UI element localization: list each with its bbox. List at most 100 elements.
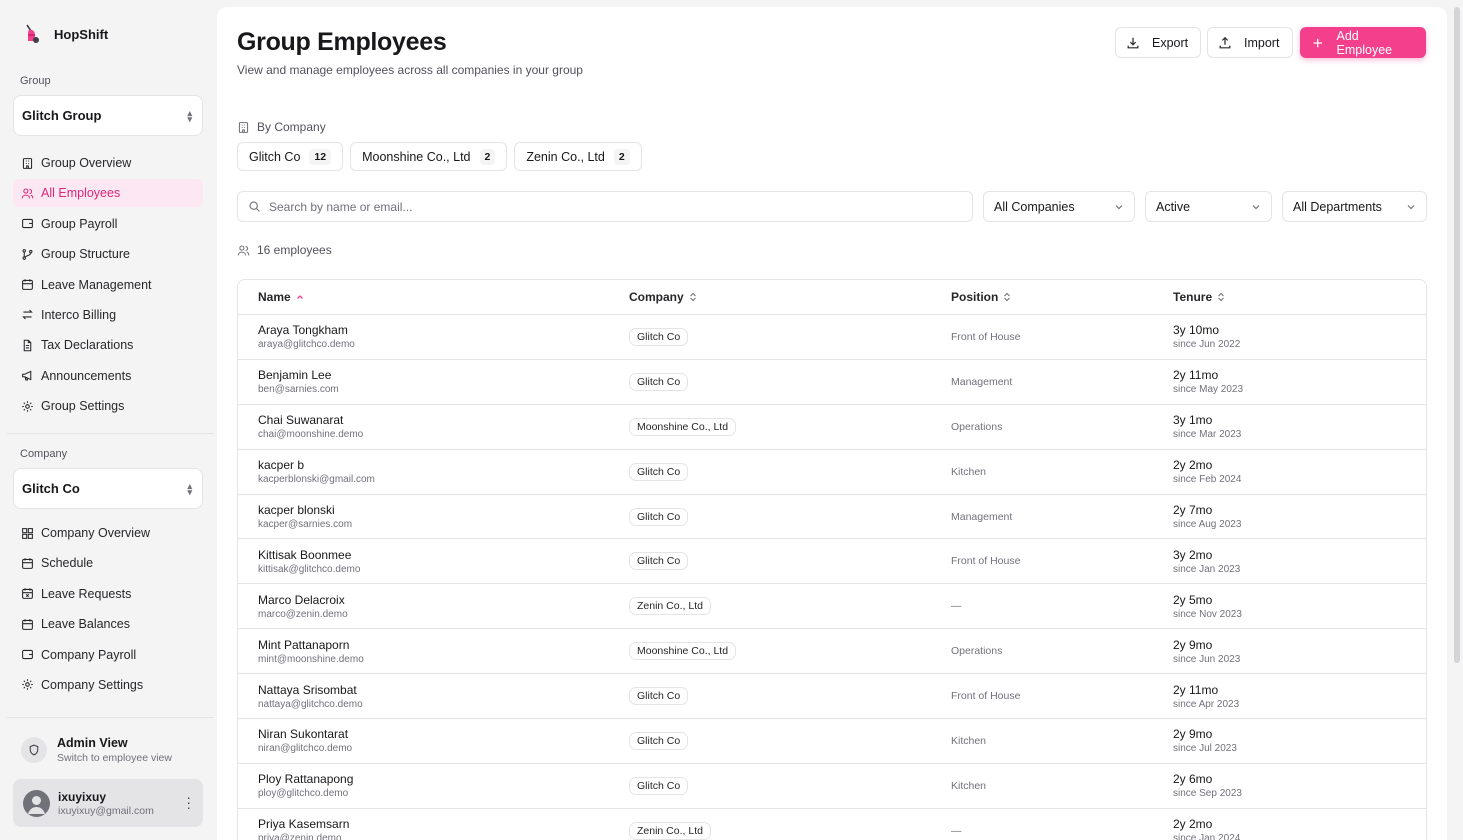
tenure-duration: 2y 9mo	[1173, 727, 1213, 742]
chevron-down-icon	[1251, 202, 1261, 212]
table-row[interactable]: Marco Delacroix marco@zenin.demo Zenin Co.…	[238, 584, 1426, 630]
sidebar-item-leave-balances[interactable]: Leave Balances	[13, 610, 203, 638]
employee-name: Mint Pattanaporn	[258, 637, 350, 652]
company-chip[interactable]: Zenin Co., Ltd 2	[514, 142, 642, 171]
sidebar-item-company-settings[interactable]: Company Settings	[13, 671, 203, 699]
brand[interactable]: HopShift	[20, 22, 108, 46]
page-title: Group Employees	[237, 28, 447, 56]
chevron-down-icon	[1114, 202, 1124, 212]
column-label: Name	[258, 290, 291, 304]
department-filter-value: All Departments	[1293, 199, 1382, 214]
column-header-tenure[interactable]: Tenure	[1173, 290, 1426, 304]
table-row[interactable]: Priya Kasemsarn priya@zenin.demo Zenin Co.…	[238, 809, 1426, 840]
admin-view-title: Admin View	[57, 736, 128, 750]
company-section-label: Company	[20, 448, 68, 460]
chevron-up-down-icon: ▴ ▾	[187, 107, 192, 124]
sidebar-item-company-overview[interactable]: Company Overview	[13, 519, 203, 547]
nav-label: Interco Billing	[41, 307, 117, 322]
tenure-duration: 3y 2mo	[1173, 547, 1213, 562]
table-row[interactable]: Benjamin Lee ben@sarnies.com Glitch Co Mana…	[238, 360, 1426, 405]
company-badge: Zenin Co., Ltd	[629, 821, 711, 840]
scrollbar[interactable]	[1454, 7, 1460, 663]
tenure-cell: 2y 2mo since Feb 2024	[1173, 458, 1426, 485]
search-field[interactable]	[237, 191, 973, 222]
department-filter-select[interactable]: All Departments	[1282, 191, 1427, 222]
sidebar-item-interco-billing[interactable]: Interco Billing	[13, 301, 203, 329]
sort-icon	[689, 292, 697, 302]
employee-email: chai@moonshine.demo	[258, 429, 364, 441]
company-badge: Glitch Co	[629, 507, 689, 526]
company-filter-value: All Companies	[994, 199, 1075, 214]
company-switcher-value: Glitch Co	[22, 481, 80, 496]
column-header-position[interactable]: Position	[951, 290, 1173, 304]
sidebar-item-group-payroll[interactable]: Group Payroll	[13, 210, 203, 238]
sort-ascending-icon	[296, 292, 304, 302]
company-chip[interactable]: Moonshine Co., Ltd 2	[350, 142, 508, 171]
company-cell: Glitch Co	[629, 687, 951, 706]
search-input[interactable]	[269, 199, 949, 214]
company-chip[interactable]: Glitch Co 12	[237, 142, 344, 171]
employees-table: Name Company Position Tenure Araya Tongk…	[237, 279, 1427, 840]
sidebar-item-schedule[interactable]: Schedule	[13, 549, 203, 577]
status-filter-select[interactable]: Active	[1145, 191, 1272, 222]
avatar	[23, 789, 50, 817]
shield-icon	[21, 737, 47, 763]
users-icon	[21, 187, 34, 200]
sidebar-item-tax-declarations[interactable]: Tax Declarations	[13, 331, 203, 359]
sidebar-item-announcements[interactable]: Announcements	[13, 362, 203, 390]
column-header-name[interactable]: Name	[238, 290, 629, 304]
employee-name: Ploy Rattanapong	[258, 772, 354, 787]
sidebar-item-all-employees[interactable]: All Employees	[13, 179, 203, 208]
admin-view-toggle[interactable]: Admin View Switch to employee view	[13, 728, 203, 772]
tenure-since: since Aug 2023	[1173, 519, 1242, 530]
company-switcher[interactable]: Glitch Co ▴ ▾	[13, 468, 203, 509]
tenure-duration: 2y 5mo	[1173, 592, 1213, 607]
table-row[interactable]: Ploy Rattanapong ploy@glitchco.demo Glitch…	[238, 764, 1426, 809]
more-vertical-icon[interactable]: · · ·	[186, 790, 191, 814]
company-filter-select[interactable]: All Companies	[983, 191, 1135, 222]
company-badge: Moonshine Co., Ltd	[629, 642, 737, 661]
wallet-icon	[21, 648, 34, 661]
employee-name: Nattaya Srisombat	[258, 682, 357, 697]
position-cell: Front of House	[951, 555, 1021, 568]
sidebar-item-group-overview[interactable]: Group Overview	[13, 149, 203, 177]
employee-name: Marco Delacroix	[258, 592, 345, 607]
table-row[interactable]: Mint Pattanaporn mint@moonshine.demo Moons…	[238, 629, 1426, 675]
sidebar-item-group-structure[interactable]: Group Structure	[13, 240, 203, 268]
calendar-icon	[21, 557, 34, 570]
tenure-duration: 2y 6mo	[1173, 772, 1213, 787]
sidebar-item-leave-requests[interactable]: Leave Requests	[13, 580, 203, 608]
sidebar-item-company-payroll[interactable]: Company Payroll	[13, 641, 203, 669]
chevron-up-down-icon: ▴ ▾	[187, 480, 192, 497]
employee-cell: Benjamin Lee ben@sarnies.com	[238, 368, 629, 395]
tenure-since: since Mar 2023	[1173, 429, 1242, 441]
nav-label: Group Settings	[41, 399, 125, 414]
company-badge: Glitch Co	[629, 462, 689, 481]
employee-cell: Chai Suwanarat chai@moonshine.demo	[238, 413, 629, 440]
table-row[interactable]: Nattaya Srisombat nattaya@glitchco.demo Gl…	[238, 674, 1426, 720]
group-switcher[interactable]: Glitch Group ▴ ▾	[13, 95, 203, 136]
table-row[interactable]: kacper b kacperblonski@gmail.com Glitch Co…	[238, 450, 1426, 495]
table-row[interactable]: Niran Sukontarat niran@glitchco.demo Glitc…	[238, 719, 1426, 764]
employee-cell: Mint Pattanaporn mint@moonshine.demo	[238, 638, 629, 665]
table-body: Araya Tongkham araya@glitchco.demo Glitch …	[238, 315, 1426, 840]
import-button[interactable]: Import	[1207, 27, 1293, 58]
company-badge: Glitch Co	[629, 327, 689, 346]
column-header-company[interactable]: Company	[629, 290, 951, 304]
export-button[interactable]: Export	[1115, 27, 1201, 58]
tenure-duration: 2y 2mo	[1173, 817, 1213, 832]
table-row[interactable]: Kittisak Boonmee kittisak@glitchco.demo Gl…	[238, 539, 1426, 585]
company-cell: Glitch Co	[629, 372, 951, 391]
table-row[interactable]: kacper blonski kacper@sarnies.com Glitch C…	[238, 495, 1426, 540]
table-row[interactable]: Chai Suwanarat chai@moonshine.demo Moonshi…	[238, 405, 1426, 450]
nav-label: Group Payroll	[41, 216, 118, 231]
sidebar-item-group-settings[interactable]: Group Settings	[13, 392, 203, 420]
position-cell: Management	[951, 375, 1013, 388]
sidebar-item-leave-management[interactable]: Leave Management	[13, 271, 203, 299]
user-card[interactable]: ixuyixuy ixuyixuy@gmail.com · · ·	[13, 779, 203, 827]
employee-email: kittisak@glitchco.demo	[258, 563, 361, 575]
plus-icon	[1313, 38, 1322, 47]
table-row[interactable]: Araya Tongkham araya@glitchco.demo Glitch …	[238, 315, 1426, 360]
nav-label: Leave Requests	[41, 586, 132, 601]
add-employee-button[interactable]: Add Employee	[1300, 27, 1426, 58]
